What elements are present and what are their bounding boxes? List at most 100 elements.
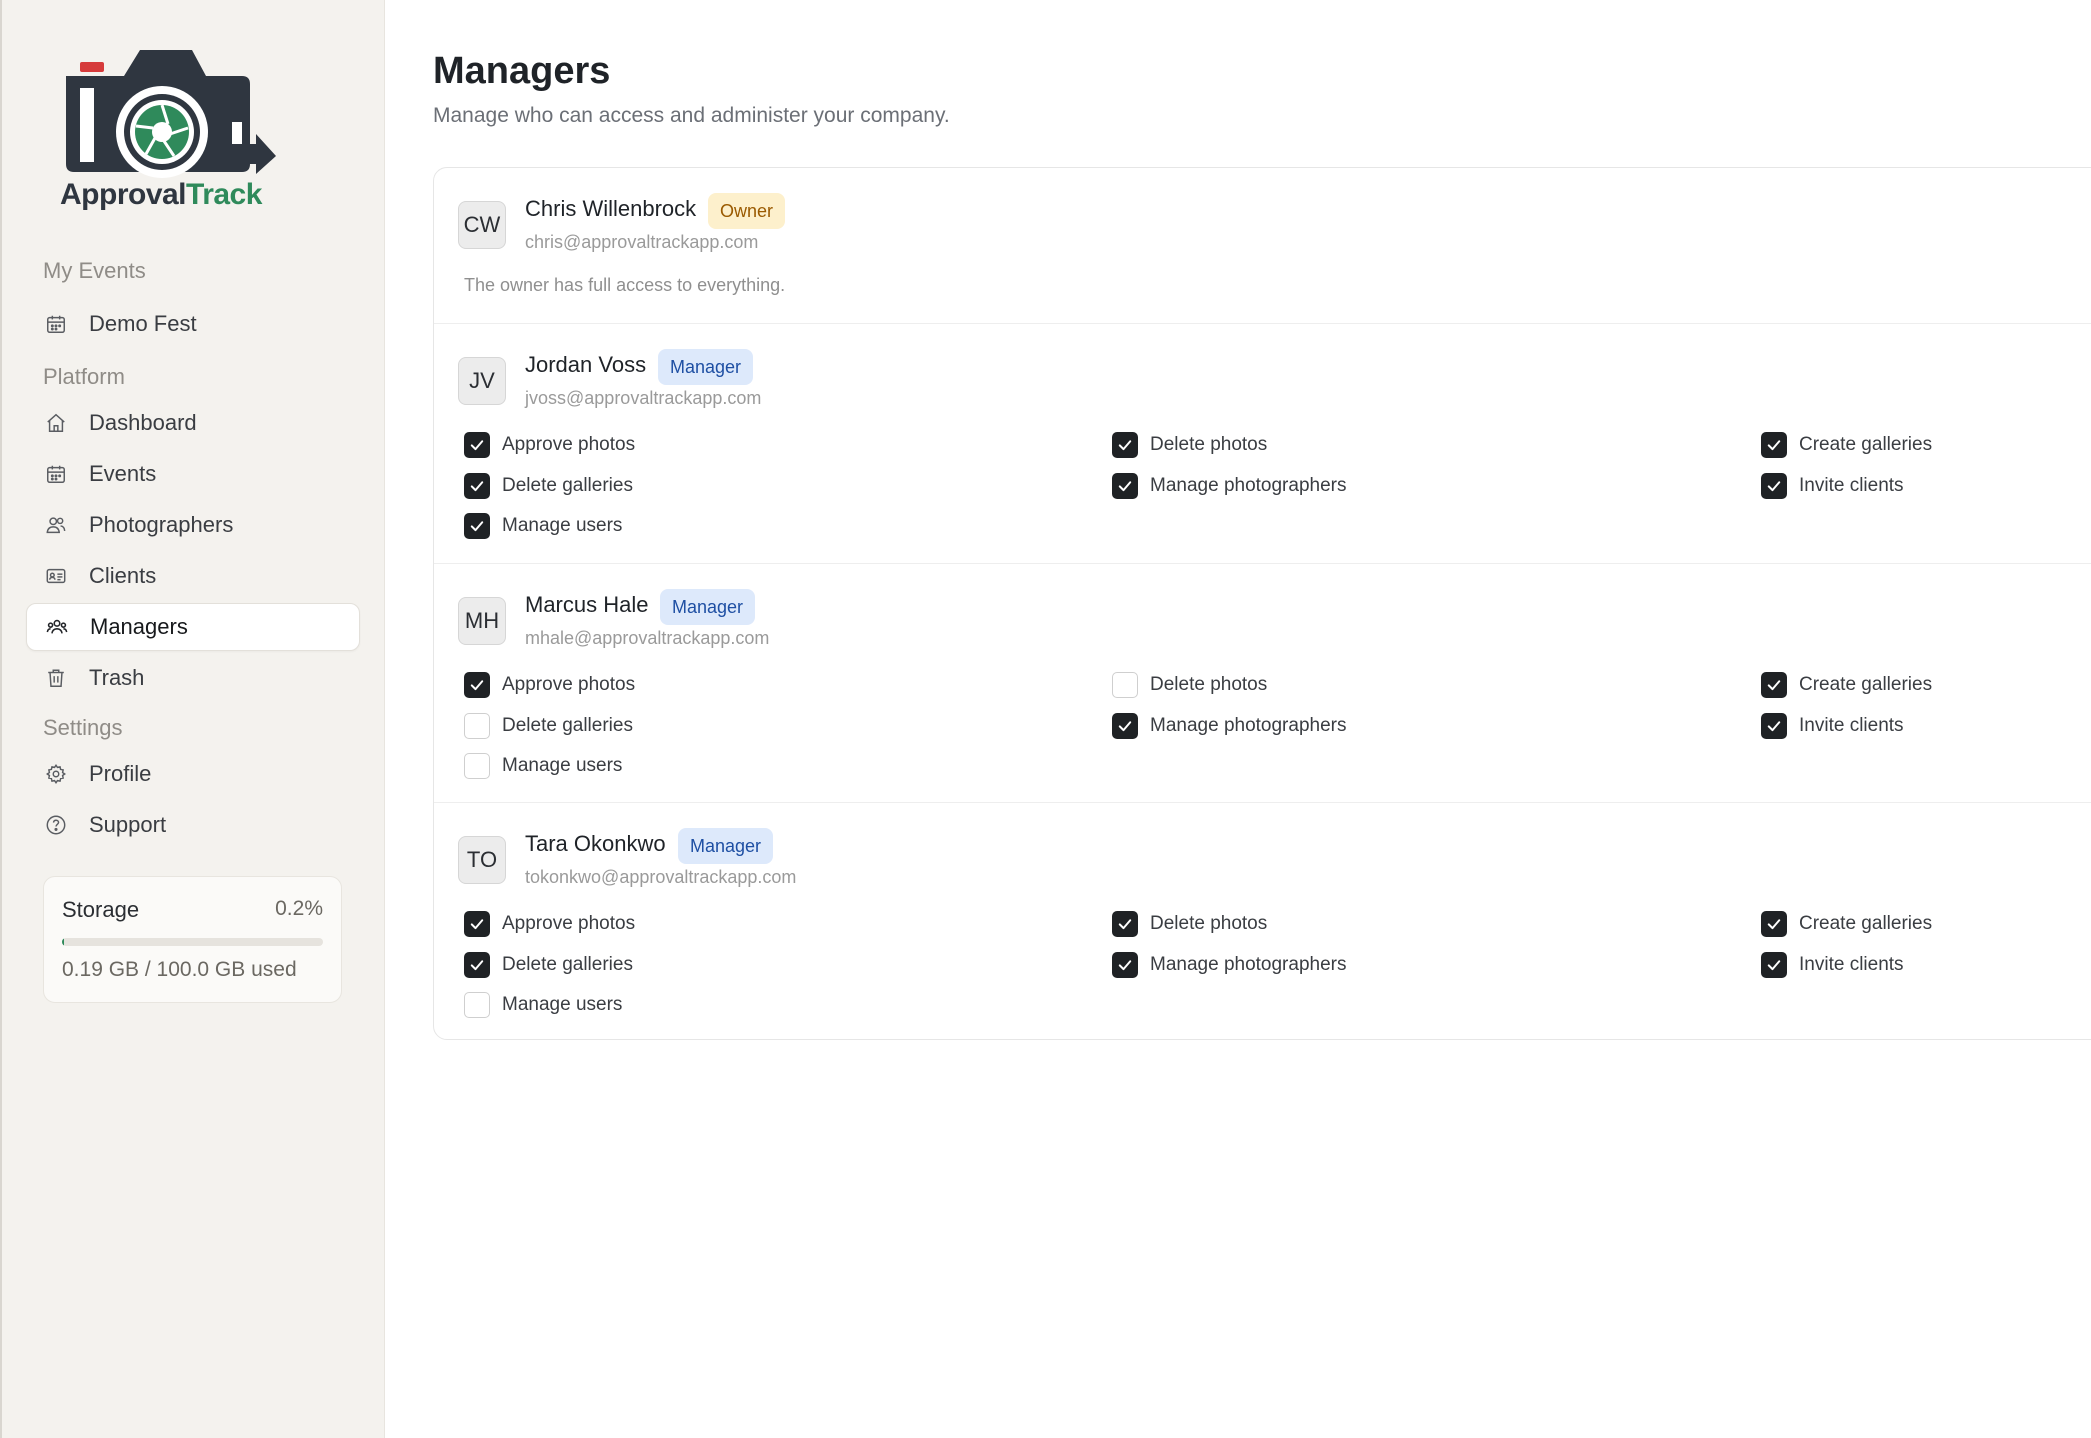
member-row: CW Chris Willenbrock Owner chris@approvaltr…: [434, 168, 2091, 323]
role-badge: Manager: [678, 828, 774, 864]
permission-approve-photos[interactable]: Approve photos: [464, 671, 635, 699]
storage-progress-fill: [62, 938, 65, 946]
sidebar-item-dashboard[interactable]: Dashboard: [26, 399, 360, 447]
checkbox-checked[interactable]: [1112, 911, 1138, 937]
trash-icon: [45, 667, 67, 689]
permission-label: Manage users: [502, 755, 623, 776]
sidebar-item-demo-fest[interactable]: Demo Fest: [26, 300, 360, 348]
checkmark-icon: [470, 680, 484, 691]
permission-manage-users[interactable]: Manage users: [464, 752, 622, 780]
checkbox-checked[interactable]: [464, 672, 490, 698]
checkbox-checked[interactable]: [464, 473, 490, 499]
member-email: chris@approvaltrackapp.com: [525, 232, 759, 252]
permission-label: Approve photos: [502, 434, 636, 455]
permission-create-galleries[interactable]: Create galleries: [1761, 671, 1932, 699]
permission-manage-users[interactable]: Manage users: [464, 991, 622, 1019]
checkbox-checked[interactable]: [1112, 713, 1138, 739]
sidebar-item-profile[interactable]: Profile: [26, 750, 360, 798]
checkbox-checked[interactable]: [464, 513, 490, 539]
member-row: JV Jordan Voss Manager jvoss@approvaltracka…: [434, 323, 2091, 563]
checkmark-icon: [470, 960, 484, 971]
permission-label: Manage users: [502, 994, 623, 1015]
permission-manage-photographers[interactable]: Manage photographers: [1112, 951, 1346, 979]
permission-delete-galleries[interactable]: Delete galleries: [464, 472, 633, 500]
permission-delete-photos[interactable]: Delete photos: [1112, 910, 1267, 938]
page-title: Managers: [433, 50, 611, 92]
sidebar-item-events[interactable]: Events: [26, 450, 360, 498]
permission-invite-clients[interactable]: Invite clients: [1761, 951, 1904, 979]
permission-label: Approve photos: [502, 674, 636, 695]
sidebar-item-label: Clients: [89, 563, 157, 588]
help-circle-icon: [45, 814, 67, 836]
checkbox-unchecked[interactable]: [464, 753, 490, 779]
permission-create-galleries[interactable]: Create galleries: [1761, 910, 1932, 938]
member-name: Chris Willenbrock: [525, 196, 697, 221]
calendar-icon: [45, 313, 67, 335]
permission-manage-users[interactable]: Manage users: [464, 512, 622, 540]
permission-invite-clients[interactable]: Invite clients: [1761, 472, 1904, 500]
sidebar-item-support[interactable]: Support: [26, 801, 360, 849]
checkbox-unchecked[interactable]: [1112, 672, 1138, 698]
permission-approve-photos[interactable]: Approve photos: [464, 431, 635, 459]
permission-invite-clients[interactable]: Invite clients: [1761, 712, 1904, 740]
sidebar: ApprovalTrack My Events Demo Fest Platfo…: [0, 0, 385, 1438]
checkbox-checked[interactable]: [464, 952, 490, 978]
permission-label: Manage photographers: [1150, 954, 1347, 975]
checkmark-icon: [1767, 721, 1781, 732]
checkbox-checked[interactable]: [464, 432, 490, 458]
sidebar-item-clients[interactable]: Clients: [26, 552, 360, 600]
checkbox-checked[interactable]: [1112, 952, 1138, 978]
brand-wordmark: ApprovalTrack: [60, 178, 262, 211]
checkbox-checked[interactable]: [1112, 432, 1138, 458]
checkbox-checked[interactable]: [1112, 473, 1138, 499]
checkbox-checked[interactable]: [1761, 952, 1787, 978]
permission-delete-galleries[interactable]: Delete galleries: [464, 951, 633, 979]
sidebar-item-label: Dashboard: [89, 410, 197, 435]
checkmark-icon: [1118, 481, 1132, 492]
checkbox-checked[interactable]: [1761, 713, 1787, 739]
window-edge: [0, 0, 2, 1438]
checkmark-icon: [470, 481, 484, 492]
checkmark-icon: [1118, 919, 1132, 930]
checkbox-checked[interactable]: [464, 911, 490, 937]
permission-manage-photographers[interactable]: Manage photographers: [1112, 472, 1346, 500]
sidebar-item-label: Support: [89, 812, 167, 837]
permission-delete-photos[interactable]: Delete photos: [1112, 431, 1267, 459]
permission-manage-photographers[interactable]: Manage photographers: [1112, 712, 1346, 740]
home-icon: [45, 412, 67, 434]
sidebar-item-photographers[interactable]: Photographers: [26, 501, 360, 549]
storage-title: Storage: [62, 897, 140, 922]
permission-create-galleries[interactable]: Create galleries: [1761, 431, 1932, 459]
permission-delete-galleries[interactable]: Delete galleries: [464, 712, 633, 740]
permission-approve-photos[interactable]: Approve photos: [464, 910, 635, 938]
permission-label: Delete galleries: [502, 475, 633, 496]
checkbox-checked[interactable]: [1761, 473, 1787, 499]
checkbox-checked[interactable]: [1761, 911, 1787, 937]
role-badge: Owner: [708, 193, 786, 229]
checkmark-icon: [1767, 919, 1781, 930]
checkbox-unchecked[interactable]: [464, 992, 490, 1018]
permission-label: Create galleries: [1799, 913, 1933, 934]
sidebar-item-trash[interactable]: Trash: [26, 654, 360, 702]
permission-label: Delete photos: [1150, 434, 1268, 455]
member-name: Tara Okonkwo: [525, 831, 666, 856]
member-email: mhale@approvaltrackapp.com: [525, 628, 770, 648]
permission-label: Invite clients: [1799, 954, 1904, 975]
checkbox-unchecked[interactable]: [464, 713, 490, 739]
id-card-icon: [45, 565, 67, 587]
permission-label: Approve photos: [502, 913, 636, 934]
permission-label: Manage users: [502, 515, 623, 536]
sidebar-item-label: Trash: [89, 665, 145, 690]
checkmark-icon: [1767, 960, 1781, 971]
gear-icon: [45, 763, 67, 785]
sidebar-item-managers[interactable]: Managers: [26, 603, 360, 651]
sidebar-item-label: Profile: [89, 761, 152, 786]
approvaltrack-logo[interactable]: ApprovalTrack: [56, 44, 286, 214]
permission-delete-photos[interactable]: Delete photos: [1112, 671, 1267, 699]
checkbox-checked[interactable]: [1761, 672, 1787, 698]
checkmark-icon: [470, 440, 484, 451]
checkmark-icon: [1767, 481, 1781, 492]
section-platform: Platform: [43, 364, 125, 389]
checkbox-checked[interactable]: [1761, 432, 1787, 458]
member-row: TO Tara Okonkwo Manager tokonkwo@approvaltr…: [434, 802, 2091, 1040]
